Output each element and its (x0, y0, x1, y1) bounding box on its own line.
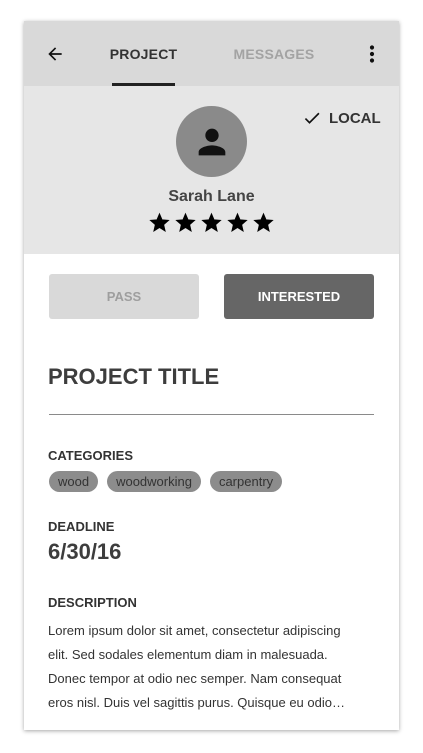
category-chip[interactable]: woodworking (107, 471, 201, 492)
star-icon (175, 212, 196, 232)
deadline-label: DEADLINE (48, 519, 115, 534)
project-title: PROJECT TITLE (48, 364, 220, 389)
star-icon (253, 212, 274, 232)
star-icon (149, 212, 170, 232)
person-icon (198, 128, 225, 155)
more-vert-icon (369, 45, 375, 63)
categories-label: CATEGORIES (48, 448, 133, 463)
local-label: LOCAL (329, 109, 381, 127)
description-label: DESCRIPTION (48, 595, 137, 610)
description-line: Lorem ipsum dolor sit amet, consectetur … (48, 623, 341, 638)
title-divider (49, 414, 374, 415)
app-bar: PROJECT MESSAGES (24, 21, 399, 86)
avatar[interactable] (176, 106, 247, 177)
description-line: eros nisl. Duis vel sagittis purus. Quis… (48, 695, 345, 710)
phone-screen: PROJECT MESSAGES LOCAL Sarah Lane PASS I… (24, 21, 399, 730)
category-chips: wood woodworking carpentry (49, 471, 283, 492)
description-line: Donec tempor at odio nec semper. Nam con… (48, 671, 342, 686)
description-line: elit. Sed sodales elementum diam in male… (48, 647, 328, 662)
interested-button[interactable]: INTERESTED (224, 274, 374, 319)
user-name: Sarah Lane (168, 188, 255, 205)
tab-project[interactable]: PROJECT (110, 21, 177, 86)
category-chip[interactable]: wood (49, 471, 99, 492)
local-filter[interactable]: LOCAL (302, 108, 381, 128)
tab-messages[interactable]: MESSAGES (228, 21, 320, 86)
rating-stars (149, 212, 274, 234)
profile-header: LOCAL Sarah Lane (24, 86, 399, 254)
deadline-value: 6/30/16 (48, 539, 122, 564)
arrow-left-icon (48, 47, 62, 61)
overflow-menu-button[interactable] (360, 41, 384, 67)
star-icon (201, 212, 222, 232)
star-icon (227, 212, 248, 232)
back-button[interactable] (42, 41, 68, 67)
pass-button[interactable]: PASS (49, 274, 199, 319)
description-text: Lorem ipsum dolor sit amet, consectetur … (48, 619, 375, 715)
category-chip[interactable]: carpentry (209, 471, 283, 492)
check-icon (304, 112, 320, 124)
